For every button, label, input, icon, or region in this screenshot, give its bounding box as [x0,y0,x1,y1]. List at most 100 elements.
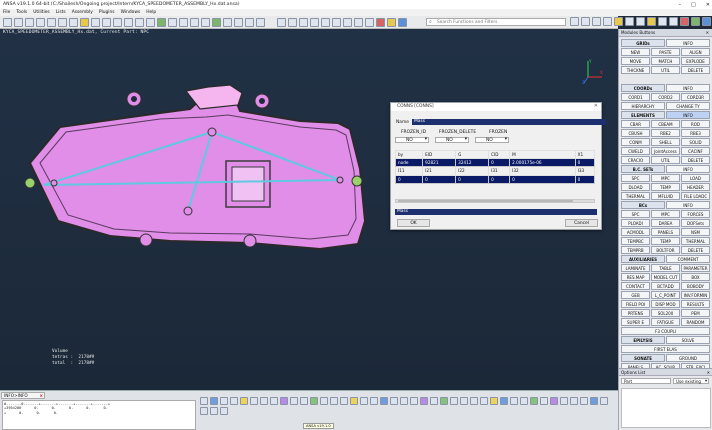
tool-icon[interactable] [330,397,338,405]
tool-icon[interactable] [570,397,578,405]
horizontal-scrollbar[interactable] [395,199,595,203]
module-button-parameter[interactable]: PARAMETER [681,264,710,272]
module-button-ploadi[interactable]: PLOADI [621,219,650,227]
module-button-explode[interactable]: EXPLODE [681,57,710,65]
module-button-panels[interactable]: PANELS [651,228,680,236]
erase-icon[interactable] [376,17,385,27]
module-button-acmodl[interactable]: ACMODL [621,228,650,236]
module-button-dload[interactable]: DLOAD [621,183,650,191]
tool-icon[interactable] [320,397,328,405]
tool-icon[interactable] [310,397,318,405]
module-button-cord1[interactable]: CORD1 [621,93,650,101]
tool-icon[interactable] [400,397,408,405]
module-button-new[interactable]: NEW [621,48,650,56]
nas-icon[interactable] [680,17,689,26]
module-button-rbe3[interactable]: RBE3 [681,129,710,137]
arrow-right-icon[interactable] [636,17,645,26]
module-button-cracio[interactable]: CRACIO [621,156,650,164]
name-input[interactable]: Mass [411,119,606,125]
module-button-solid[interactable]: SOLID [681,138,710,146]
menu-item-lists[interactable]: Lists [56,10,66,15]
module-button-cord2[interactable]: CORD2 [651,93,680,101]
ok-button[interactable]: OK [397,219,430,227]
scroll-thumb[interactable] [398,200,573,202]
mirror-icon[interactable] [179,17,188,27]
cube-icon[interactable] [702,17,711,26]
module-button-temp[interactable]: TEMP [651,183,680,191]
module-button-thermal[interactable]: THERMAL [681,237,710,245]
wrench-icon[interactable] [592,17,601,26]
layers-icon[interactable] [669,17,678,26]
zoom-icon[interactable] [277,17,286,27]
tool-icon[interactable] [600,397,608,405]
tool-icon[interactable] [460,397,468,405]
menu-item-plugins[interactable]: Plugins [99,10,115,15]
light-icon[interactable] [387,17,396,27]
menu-item-help[interactable]: Help [146,10,156,15]
tool-icon[interactable] [380,397,388,405]
module-button-boltfor[interactable]: BOLTFOR [651,246,680,254]
module-button-thermal[interactable]: THERMAL [621,192,650,200]
tool-icon[interactable] [240,397,248,405]
module-button-coords[interactable]: COORDs [621,84,665,92]
module-button-info[interactable]: INFO [666,84,710,92]
layout-icon[interactable] [14,17,23,27]
module-button-delete[interactable]: DELETE [681,66,710,74]
module-button-l-c-point[interactable]: L_C_POINT [651,291,680,299]
mesh-icon[interactable] [658,17,667,26]
tool-icon[interactable] [200,407,208,415]
close-icon[interactable]: ✕ [706,29,709,37]
module-button-inv-formin[interactable]: INV.FORMIN [681,291,710,299]
tool-icon[interactable] [520,397,528,405]
table-cell[interactable]: 0 [455,174,490,184]
pin-icon[interactable] [625,17,634,26]
module-button-prtens[interactable]: PRTENS [621,309,650,317]
scale-icon[interactable] [201,17,210,27]
table-cell[interactable]: 0 [488,174,511,184]
hierarchy-icon[interactable] [398,17,407,27]
maximize-icon[interactable]: □ [691,2,696,8]
table2-icon[interactable] [332,17,341,27]
hand-icon[interactable] [310,17,319,27]
eraser-icon[interactable] [113,17,122,27]
module-button-box[interactable]: BOX [681,273,710,281]
tool-icon[interactable] [430,397,438,405]
module-button-darea[interactable]: DAREA [651,219,680,227]
transform-icon[interactable] [190,17,199,27]
cancel-button[interactable]: Cancel [565,219,598,227]
tool-icon[interactable] [250,397,258,405]
module-button-info[interactable]: INFO [666,165,710,173]
module-button-header[interactable]: HEADER [681,183,710,191]
table-cell[interactable]: 92821 [422,158,457,168]
module-button-cbush[interactable]: CBUSH [621,129,650,137]
close-icon[interactable]: ✕ [707,369,710,376]
search-input[interactable]: ⌕ Search Functions and Filters [426,18,566,26]
description-field[interactable]: Mass [395,209,597,215]
copy-icon[interactable] [354,17,363,27]
module-button-cbeam[interactable]: CBEAM [651,120,680,128]
module-button-delete[interactable]: DELETE [681,156,710,164]
table-cell[interactable]: 32412 [455,158,490,168]
module-button-mfluid[interactable]: MFLUID [651,192,680,200]
tool-icon[interactable] [410,397,418,405]
tool-icon[interactable] [200,397,208,405]
module-button-fatigue[interactable]: FATIGUE [651,318,680,326]
play-icon[interactable] [146,17,155,27]
module-button-temp[interactable]: TEMP [651,237,680,245]
table-cell[interactable]: node [394,158,424,168]
tool-icon[interactable] [390,397,398,405]
tool-icon[interactable] [280,397,288,405]
close-icon[interactable]: ✕ [706,2,710,8]
module-button-spc[interactable]: SPC [621,210,650,218]
module-button-match[interactable]: MATCH [651,57,680,65]
module-button-model-cut[interactable]: MODEL CUT [651,273,680,281]
table-cell[interactable]: 2.000175e-06 [509,158,576,168]
tool-icon[interactable] [210,407,218,415]
frozen-delete-select[interactable]: NO [435,137,469,143]
hexagon-icon[interactable] [614,17,623,26]
module-button-geb[interactable]: GEB [621,291,650,299]
module-button-cord3r[interactable]: CORD3R [681,93,710,101]
tool-icon[interactable] [470,397,478,405]
tool-icon[interactable] [340,397,348,405]
menu-item-file[interactable]: File [3,10,10,15]
